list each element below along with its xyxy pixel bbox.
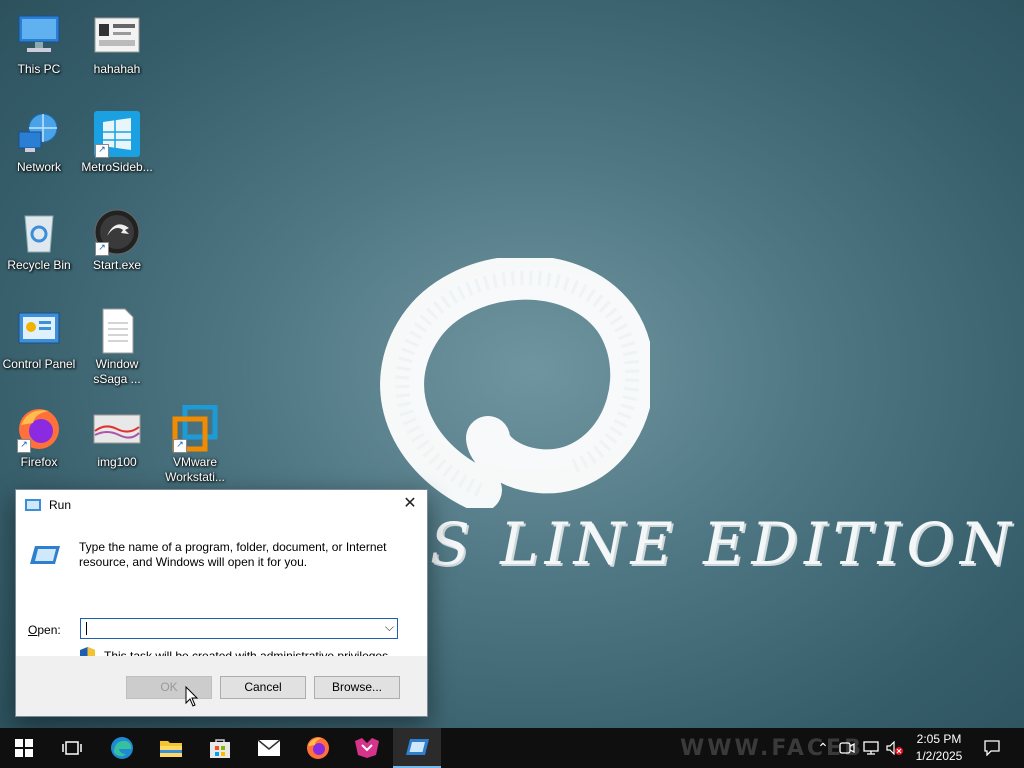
control-panel-icon [15, 307, 63, 355]
meet-now-icon [839, 742, 855, 754]
this-pc-icon [15, 12, 63, 60]
desktop-icon-network[interactable]: Network [0, 110, 78, 175]
file-explorer-icon [160, 741, 182, 757]
notifications-icon [984, 740, 1000, 756]
open-label-text: pen: [37, 623, 61, 637]
desktop-icon-label: This PC [17, 62, 61, 76]
taskbar-file-explorer[interactable] [147, 728, 195, 768]
run-dialog-footer: OK Cancel Browse... [16, 656, 427, 716]
open-combobox[interactable]: ⌵ [80, 618, 398, 639]
browse-button[interactable]: Browse... [314, 676, 400, 699]
desktop-icon-img100[interactable]: img100 [78, 405, 156, 470]
desktop-icon-label: Firefox [20, 455, 58, 469]
taskbar-edge[interactable] [98, 728, 146, 768]
metro-sidebar-icon: ↗ [93, 110, 141, 158]
volume-muted-icon [886, 741, 903, 755]
clock-time: 2:05 PM [916, 732, 962, 746]
taskbar-mail[interactable] [245, 728, 293, 768]
desktop-icon-label: Control Panel [2, 357, 76, 371]
text-document-icon [93, 307, 141, 355]
store-icon [210, 739, 230, 758]
taskbar-pink-app[interactable] [343, 728, 391, 768]
desktop-icon-windowssaga[interactable]: Window sSaga ... [78, 307, 156, 387]
desktop-icon-label: img100 [97, 455, 137, 469]
desktop-icon-label: hahahah [93, 62, 141, 76]
desktop-icon-label: Window sSaga ... [93, 357, 141, 386]
open-label: Open: [28, 623, 61, 637]
edge-icon [111, 737, 133, 759]
cancel-button[interactable]: Cancel [220, 676, 306, 699]
taskbar-run[interactable] [393, 728, 441, 768]
chevron-up-icon: ⌃ [817, 739, 829, 756]
desktop-icon-hahahah[interactable]: hahahah [78, 12, 156, 77]
chevron-down-icon[interactable]: ⌵ [385, 620, 394, 635]
desktop-icon-control-panel[interactable]: Control Panel [0, 307, 78, 372]
run-dialog-description: Type the name of a program, folder, docu… [79, 540, 387, 569]
firefox-icon [307, 737, 329, 759]
desktop-icon-vmware[interactable]: ↗ VMware Workstati... [156, 404, 234, 485]
desktop-icon-recycle-bin[interactable]: Recycle Bin [0, 208, 78, 273]
close-icon: ✕ [403, 495, 417, 512]
shortcut-arrow-icon: ↗ [95, 144, 109, 158]
desktop-icon-start-exe[interactable]: ↗ Start.exe [78, 208, 156, 273]
image-file-icon [93, 12, 141, 60]
task-view-icon [62, 741, 82, 755]
desktop-icon-label: VMware Workstati... [165, 455, 225, 484]
desktop-icon-metrosidebar[interactable]: ↗ MetroSideb... [78, 110, 156, 175]
taskbar-clock[interactable]: 2:05 PM 1/2/2025 [906, 731, 972, 765]
text-caret [86, 622, 87, 635]
run-program-icon [30, 546, 60, 564]
recycle-bin-icon [15, 208, 63, 256]
run-dialog-titlebar[interactable]: Run ✕ [16, 490, 427, 520]
wallpaper-edition-text: S LINE EDITION [430, 510, 1017, 578]
shortcut-arrow-icon: ↗ [173, 439, 187, 453]
desktop-icon-label: Recycle Bin [7, 258, 71, 272]
shortcut-arrow-icon: ↗ [17, 439, 31, 453]
run-dialog-title: Run [49, 498, 72, 512]
vmware-icon: ↗ [171, 404, 219, 453]
tray-network[interactable] [860, 728, 882, 768]
ok-button[interactable]: OK [126, 676, 212, 699]
clock-date: 1/2/2025 [915, 749, 963, 763]
start-button[interactable] [0, 728, 48, 768]
run-dialog-body: Type the name of a program, folder, docu… [16, 520, 427, 664]
network-icon [15, 110, 63, 158]
run-icon [25, 499, 41, 511]
pink-app-icon [355, 738, 379, 758]
network-status-icon [863, 741, 879, 755]
task-view-button[interactable] [48, 728, 96, 768]
show-hidden-icons-button[interactable]: ⌃ [812, 728, 834, 768]
run-dialog[interactable]: Run ✕ Type the name of a program, folder… [15, 489, 428, 717]
desktop-icon-this-pc[interactable]: This PC [0, 12, 78, 77]
taskbar-store[interactable] [196, 728, 244, 768]
open-label-accelerator: O [28, 623, 38, 637]
taskbar: WWW.FACEB ⌃ 2:05 PM 1/2/2025 [0, 728, 1024, 768]
tray-volume[interactable] [884, 728, 906, 768]
enso-circle-logo [380, 258, 650, 508]
tray-meet-now[interactable] [836, 728, 858, 768]
action-center-button[interactable] [978, 728, 1006, 768]
desktop-icon-label: Start.exe [92, 258, 142, 272]
run-icon [406, 739, 429, 755]
mail-icon [257, 739, 281, 756]
desktop-icon-label: MetroSideb... [81, 160, 153, 174]
taskbar-firefox[interactable] [294, 728, 342, 768]
desktop-icon-firefox[interactable]: ↗ Firefox [0, 405, 78, 470]
desktop-icon-label: Network [16, 160, 61, 174]
shortcut-arrow-icon: ↗ [95, 242, 109, 256]
firefox-icon: ↗ [15, 405, 63, 453]
start-exe-icon: ↗ [93, 208, 141, 256]
close-button[interactable]: ✕ [393, 490, 427, 520]
mouse-pointer-icon [185, 686, 199, 707]
image-thumbnail-icon [93, 405, 141, 453]
windows-start-icon [15, 739, 33, 757]
